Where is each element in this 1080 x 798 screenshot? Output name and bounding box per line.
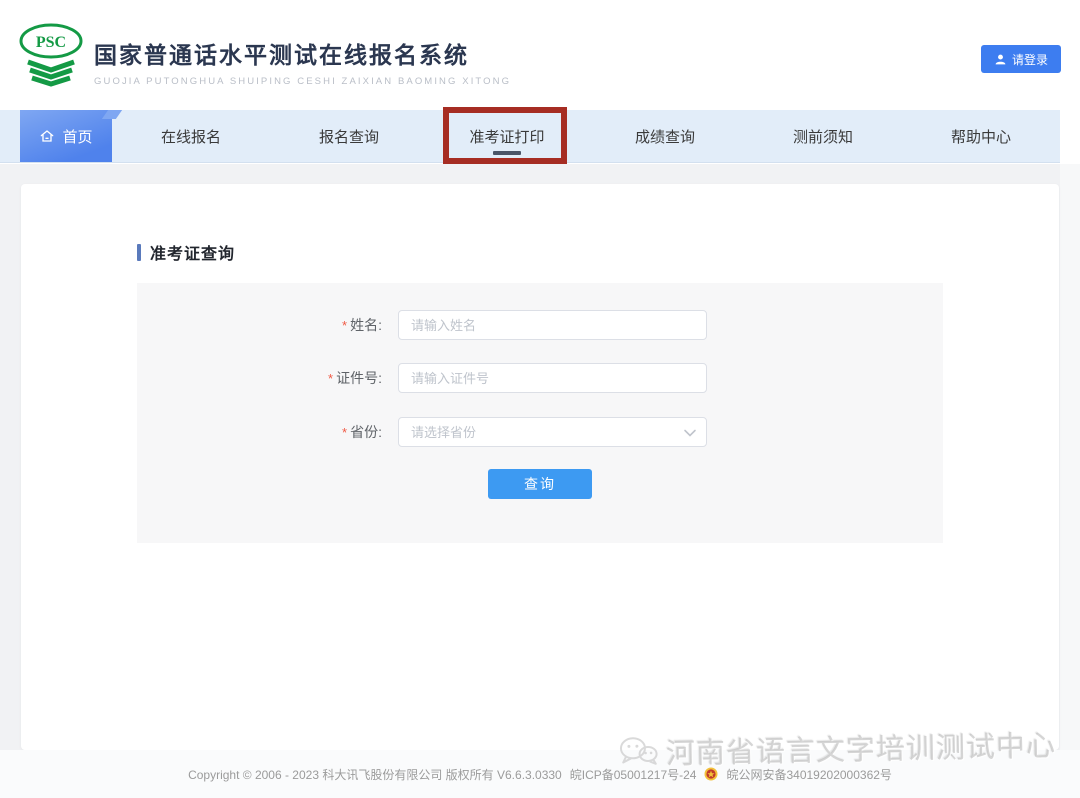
right-gutter (1060, 164, 1080, 798)
copyright-text: Copyright © 2006 - 2023 科大讯飞股份有限公司 版权所有 … (188, 766, 562, 783)
icp-text: 皖ICP备05001217号-24 (570, 766, 697, 783)
user-icon (994, 53, 1007, 66)
nav-item-help-center[interactable]: 帮助中心 (902, 110, 1060, 162)
login-button[interactable]: 请登录 (981, 45, 1061, 73)
nav-item-pretest-notice[interactable]: 测前须知 (744, 110, 902, 162)
id-number-input[interactable] (398, 363, 707, 393)
nav-item-label: 在线报名 (161, 126, 221, 147)
footer: Copyright © 2006 - 2023 科大讯飞股份有限公司 版权所有 … (0, 750, 1080, 798)
name-field-label: *姓名: (137, 310, 382, 340)
page: PSC 国家普通话水平测试在线报名系统 GUOJIA PUTONGHUA SHU… (0, 0, 1080, 798)
form-row-id-number: *证件号: (137, 363, 943, 393)
required-asterisk: * (328, 371, 333, 386)
id-number-field-label: *证件号: (137, 363, 382, 393)
logo-text: PSC (36, 34, 66, 51)
brand-block: 国家普通话水平测试在线报名系统 GUOJIA PUTONGHUA SHUIPIN… (94, 36, 511, 87)
home-icon (39, 128, 55, 144)
form-row-name: *姓名: (137, 310, 943, 340)
nav-item-online-registration[interactable]: 在线报名 (112, 110, 270, 162)
nav-item-label: 帮助中心 (951, 126, 1011, 147)
nav-item-registration-query[interactable]: 报名查询 (270, 110, 428, 162)
content-card: 准考证查询 *姓名: *证件号: *省份: 查询 (21, 184, 1059, 750)
main-nav: 首页 在线报名 报名查询 准考证打印 成绩查询 测前须知 帮助中心 (0, 110, 1060, 163)
province-select[interactable] (398, 417, 707, 447)
required-asterisk: * (342, 318, 347, 333)
nav-item-label: 成绩查询 (635, 126, 695, 147)
nav-item-label: 测前须知 (793, 126, 853, 147)
name-input[interactable] (398, 310, 707, 340)
nav-item-label: 报名查询 (319, 126, 379, 147)
section-title: 准考证查询 (150, 240, 235, 264)
nav-item-label: 准考证打印 (469, 126, 544, 147)
nav-item-score-query[interactable]: 成绩查询 (586, 110, 744, 162)
nav-item-label: 首页 (62, 126, 92, 147)
section-title-bar (137, 244, 141, 261)
admit-card-query-form: *姓名: *证件号: *省份: 查询 (137, 283, 943, 543)
header: PSC 国家普通话水平测试在线报名系统 GUOJIA PUTONGHUA SHU… (0, 0, 1080, 110)
nav-item-home[interactable]: 首页 (20, 110, 112, 162)
police-badge-icon (704, 767, 718, 781)
footer-text: Copyright © 2006 - 2023 科大讯飞股份有限公司 版权所有 … (188, 766, 892, 783)
query-button[interactable]: 查询 (488, 469, 592, 499)
province-field-label: *省份: (137, 417, 382, 447)
required-asterisk: * (342, 425, 347, 440)
login-button-label: 请登录 (1012, 51, 1048, 68)
psc-logo-icon: PSC (18, 22, 84, 90)
nav-item-admit-card-print[interactable]: 准考证打印 (428, 110, 586, 162)
police-filing-text: 皖公网安备34019202000362号 (726, 766, 891, 783)
site-subtitle: GUOJIA PUTONGHUA SHUIPING CESHI ZAIXIAN … (94, 76, 511, 87)
site-title: 国家普通话水平测试在线报名系统 (94, 36, 511, 70)
admit-card-active-indicator (493, 151, 521, 155)
form-row-province: *省份: (137, 417, 943, 447)
section-header: 准考证查询 (137, 240, 235, 264)
